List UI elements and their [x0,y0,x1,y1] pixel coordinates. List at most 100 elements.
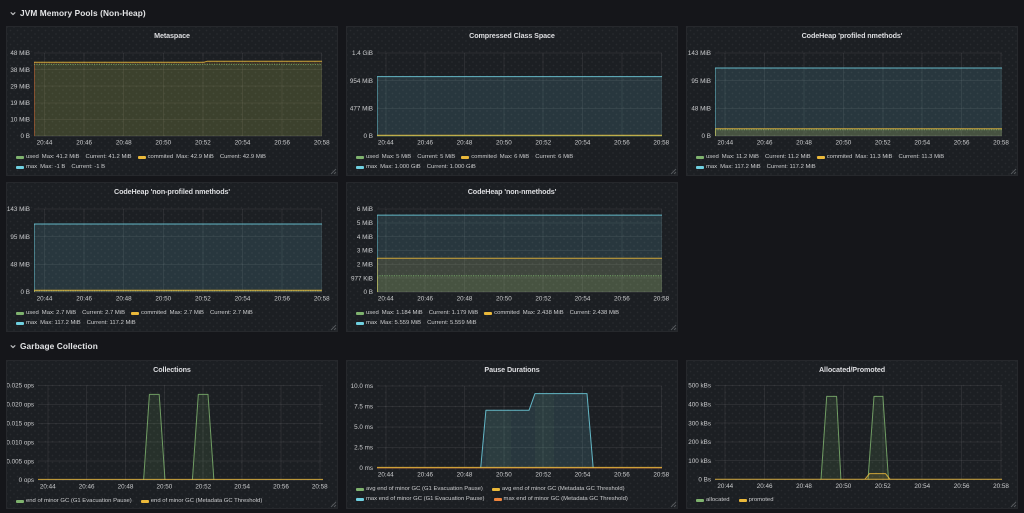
svg-text:477 MiB: 477 MiB [350,106,373,113]
svg-text:5 MiB: 5 MiB [357,220,373,227]
svg-text:20:44: 20:44 [37,296,53,303]
svg-text:20:50: 20:50 [155,296,171,303]
svg-text:20:50: 20:50 [496,140,512,147]
svg-text:20:48: 20:48 [116,296,132,303]
svg-text:200 kBs: 200 kBs [688,439,711,446]
svg-text:20:50: 20:50 [496,296,512,303]
svg-text:20:44: 20:44 [40,484,56,491]
svg-text:20:52: 20:52 [195,140,211,147]
svg-text:20:58: 20:58 [314,140,330,147]
svg-text:20:44: 20:44 [717,140,733,147]
svg-text:20:52: 20:52 [875,140,891,147]
svg-text:20:56: 20:56 [273,484,289,491]
svg-text:20:54: 20:54 [575,140,591,147]
svg-text:19 MiB: 19 MiB [10,100,30,107]
svg-text:20:54: 20:54 [235,140,251,147]
svg-text:100 kBs: 100 kBs [688,458,711,465]
svg-text:0 Bs: 0 Bs [698,477,711,484]
svg-text:20:56: 20:56 [954,483,970,490]
svg-text:20:54: 20:54 [914,140,930,147]
svg-text:95 MiB: 95 MiB [691,78,711,85]
svg-text:20:58: 20:58 [653,472,669,479]
svg-text:0 B: 0 B [21,133,30,140]
svg-text:0.005 ops: 0.005 ops [7,458,34,465]
svg-text:20:46: 20:46 [757,140,773,147]
svg-text:20:48: 20:48 [457,472,473,479]
svg-text:7.5 ms: 7.5 ms [354,404,373,411]
svg-text:20:52: 20:52 [195,296,211,303]
svg-text:0.010 ops: 0.010 ops [7,439,34,446]
svg-text:20:50: 20:50 [836,483,852,490]
svg-text:0 ms: 0 ms [359,465,373,472]
svg-text:20:56: 20:56 [614,472,630,479]
svg-text:1.4 GiB: 1.4 GiB [352,50,373,57]
svg-text:500 kBs: 500 kBs [688,383,711,390]
svg-text:20:58: 20:58 [312,484,328,491]
svg-text:20:44: 20:44 [378,296,394,303]
svg-text:20:48: 20:48 [796,483,812,490]
svg-text:20:54: 20:54 [235,296,251,303]
svg-text:143 MiB: 143 MiB [688,50,711,57]
svg-text:20:48: 20:48 [457,296,473,303]
svg-text:0 B: 0 B [702,133,711,140]
svg-text:10.0 ms: 10.0 ms [351,383,373,390]
svg-text:20:56: 20:56 [954,140,970,147]
svg-text:20:58: 20:58 [993,140,1009,147]
svg-text:20:56: 20:56 [614,296,630,303]
svg-text:20:52: 20:52 [535,296,551,303]
svg-text:20:52: 20:52 [535,140,551,147]
svg-text:6 MiB: 6 MiB [357,206,373,213]
svg-text:0 B: 0 B [364,133,373,140]
svg-text:20:48: 20:48 [118,484,134,491]
svg-text:20:44: 20:44 [37,140,53,147]
svg-text:20:48: 20:48 [457,140,473,147]
svg-text:4 MiB: 4 MiB [357,234,373,241]
svg-text:20:54: 20:54 [575,472,591,479]
svg-text:20:50: 20:50 [156,484,172,491]
svg-text:20:46: 20:46 [76,140,92,147]
svg-text:3 MiB: 3 MiB [357,248,373,255]
svg-text:20:44: 20:44 [378,472,394,479]
svg-text:5.0 ms: 5.0 ms [354,424,373,431]
svg-text:2 MiB: 2 MiB [357,262,373,269]
svg-text:20:56: 20:56 [614,140,630,147]
svg-text:20:46: 20:46 [417,140,433,147]
svg-text:954 MiB: 954 MiB [350,78,373,85]
svg-text:20:58: 20:58 [993,483,1009,490]
svg-text:20:46: 20:46 [417,472,433,479]
svg-text:20:54: 20:54 [575,296,591,303]
svg-text:20:44: 20:44 [717,483,733,490]
svg-text:48 MiB: 48 MiB [10,262,30,269]
svg-text:0 B: 0 B [364,289,373,296]
svg-text:20:50: 20:50 [496,472,512,479]
svg-text:48 MiB: 48 MiB [691,106,711,113]
svg-text:20:54: 20:54 [234,484,250,491]
svg-text:0.015 ops: 0.015 ops [7,421,34,428]
svg-text:20:52: 20:52 [195,484,211,491]
svg-text:20:50: 20:50 [155,140,171,147]
svg-text:38 MiB: 38 MiB [10,67,30,74]
svg-text:2.5 ms: 2.5 ms [354,445,373,452]
svg-text:143 MiB: 143 MiB [7,206,30,213]
svg-text:10 MiB: 10 MiB [10,117,30,124]
svg-text:20:46: 20:46 [76,296,92,303]
svg-text:300 kBs: 300 kBs [688,420,711,427]
svg-text:20:58: 20:58 [653,140,669,147]
svg-text:20:56: 20:56 [274,140,290,147]
svg-text:20:58: 20:58 [314,296,330,303]
svg-text:20:54: 20:54 [914,483,930,490]
svg-text:400 kBs: 400 kBs [688,402,711,409]
svg-text:95 MiB: 95 MiB [10,234,30,241]
svg-text:20:44: 20:44 [378,140,394,147]
svg-text:20:46: 20:46 [757,483,773,490]
svg-text:29 MiB: 29 MiB [10,83,30,90]
svg-text:0 B: 0 B [21,289,30,296]
svg-text:20:48: 20:48 [796,140,812,147]
svg-text:20:56: 20:56 [274,296,290,303]
svg-text:0.020 ops: 0.020 ops [7,402,34,409]
svg-text:20:50: 20:50 [836,140,852,147]
svg-text:0.025 ops: 0.025 ops [7,383,34,390]
svg-text:0 ops: 0 ops [19,477,34,484]
svg-text:20:46: 20:46 [417,296,433,303]
svg-text:20:52: 20:52 [875,483,891,490]
